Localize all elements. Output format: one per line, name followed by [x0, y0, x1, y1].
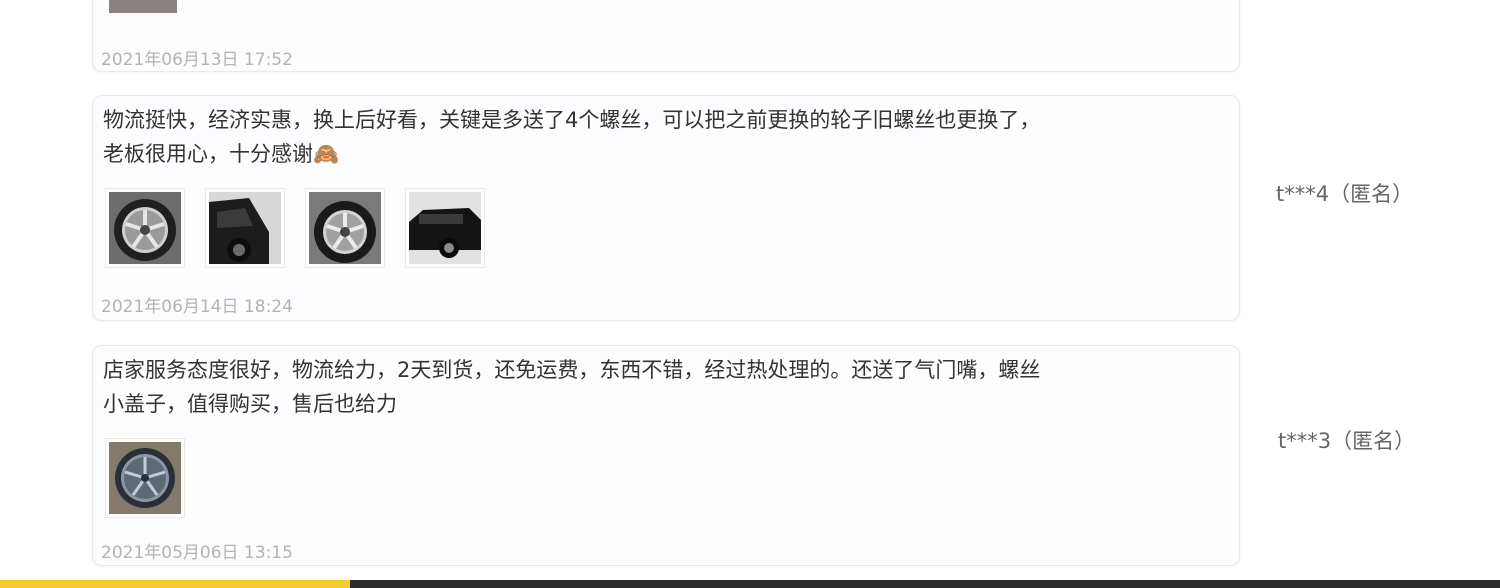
- review-photo-thumbnail[interactable]: [109, 0, 177, 13]
- car-rear-photo[interactable]: [405, 188, 485, 268]
- review-card: 店家服务态度很好，物流给力，2天到货，还免运费，东西不错，经过热处理的。还送了气…: [92, 345, 1240, 566]
- bottom-bar-accent: [0, 580, 350, 588]
- bottom-progress-bar: [0, 580, 1500, 588]
- review-text: 店家服务态度很好，物流给力，2天到货，还免运费，东西不错，经过热处理的。还送了气…: [103, 358, 1041, 416]
- review-date: 2021年06月13日 17:52: [101, 50, 293, 70]
- car-side-photo[interactable]: [205, 188, 285, 268]
- wheel-photo[interactable]: [305, 188, 385, 268]
- review-date: 2021年05月06日 13:15: [101, 543, 293, 563]
- review-date: 2021年06月14日 18:24: [101, 297, 293, 317]
- wheel-closeup-photo[interactable]: [105, 438, 185, 518]
- reviewer-name: t***3（匿名）: [1278, 429, 1416, 453]
- reviewer-name: t***4（匿名）: [1276, 182, 1414, 206]
- review-text: 物流挺快，经济实惠，换上后好看，关键是多送了4个螺丝，可以把之前更换的轮子旧螺丝…: [103, 108, 1041, 166]
- review-photos: [105, 438, 185, 518]
- review-photos: [105, 188, 485, 268]
- review-card: 物流挺快，经济实惠，换上后好看，关键是多送了4个螺丝，可以把之前更换的轮子旧螺丝…: [92, 95, 1240, 321]
- wheel-photo[interactable]: [105, 188, 185, 268]
- review-card: 2021年06月13日 17:52: [92, 0, 1240, 72]
